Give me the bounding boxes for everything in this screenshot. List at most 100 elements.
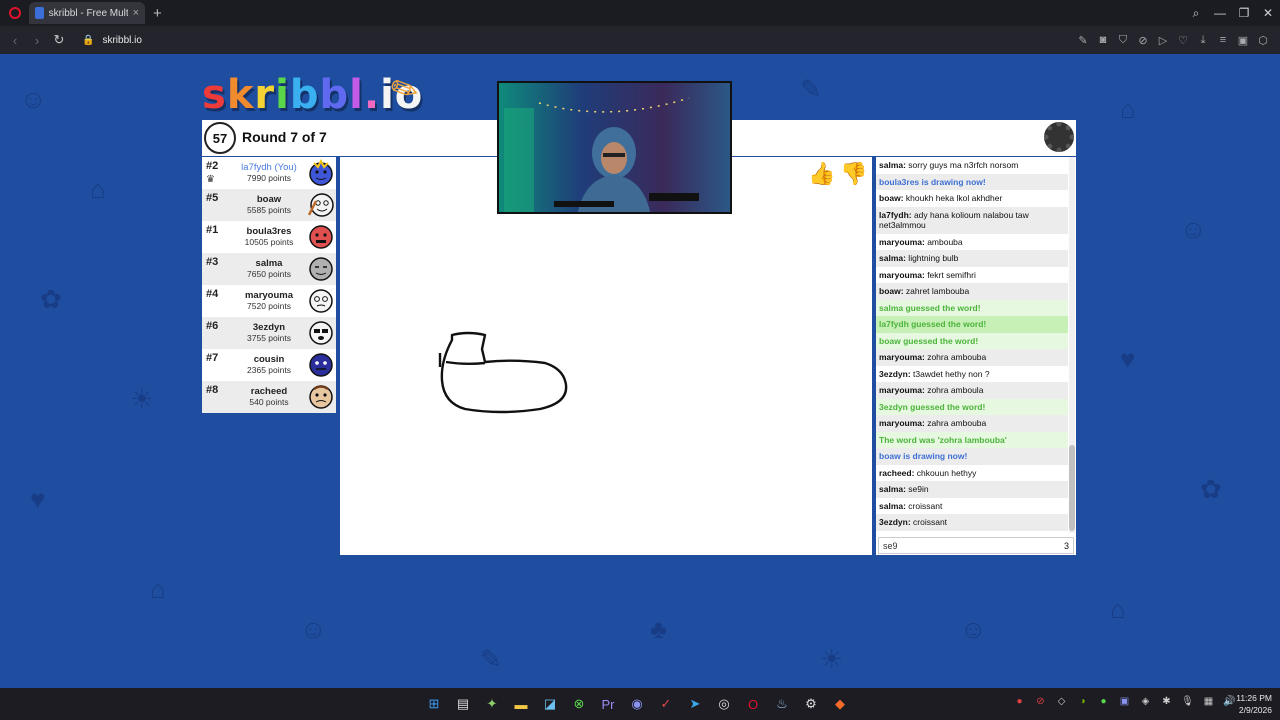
shield-icon[interactable]: ⛉ [1116, 34, 1130, 47]
url-field[interactable]: skribbl.io [102, 35, 141, 46]
chat-text: zohra ambouba [924, 352, 987, 362]
player-rank: #7 [206, 352, 219, 364]
close-window-button[interactable]: ✕ [1256, 6, 1280, 20]
thumbs-up-icon[interactable]: 👍 [808, 161, 835, 187]
skribbl-favicon-icon [35, 7, 44, 19]
chat-text: chkouun hethyy [914, 467, 977, 478]
opera-logo-icon[interactable] [9, 7, 21, 19]
camera-icon[interactable]: ◙ [1096, 34, 1110, 46]
settings-icon[interactable]: ⚙ [801, 694, 821, 714]
chat-panel: salma: sorry guys ma n3rfch norsom boula3… [876, 157, 1076, 555]
opera-icon[interactable]: O [743, 694, 763, 714]
player-name: boaw [256, 194, 282, 205]
player-row[interactable]: #3 salma 7650 points [202, 253, 336, 285]
download-icon[interactable]: ⤓ [1196, 34, 1210, 47]
char-count: 3 [1063, 540, 1069, 551]
app-tray-icon[interactable]: ◇ [1055, 696, 1068, 707]
reload-icon[interactable]: ↻ [48, 32, 70, 48]
player-row[interactable]: #6 3ezdyn 3755 points [202, 317, 336, 349]
app-tray-icon[interactable]: ● [1097, 696, 1110, 707]
app-icon[interactable]: ◪ [540, 694, 560, 714]
extension-icon[interactable]: ⬡ [1256, 34, 1270, 47]
profile-icon[interactable]: ▣ [1236, 34, 1250, 47]
app-tray-icon[interactable]: ◈ [1139, 696, 1152, 707]
snap-button[interactable]: ❐ [1232, 6, 1256, 20]
player-row[interactable]: #5 boaw 5585 points [202, 189, 336, 221]
app-icon[interactable]: ✓ [656, 694, 676, 714]
telegram-icon[interactable]: ➤ [685, 694, 705, 714]
player-row[interactable]: #2 ♛ la7fydh (You) 7990 points [202, 157, 336, 189]
player-row[interactable]: #1 boula3res 10505 points [202, 221, 336, 253]
tracker-icon[interactable]: ⊘ [1136, 34, 1150, 47]
chat-message: maryouma: zohra amboula [876, 382, 1068, 399]
file-explorer-icon[interactable]: ▬ [511, 694, 531, 714]
chat-scrollbar[interactable] [1069, 157, 1075, 533]
obs-icon[interactable]: ◎ [714, 694, 734, 714]
chat-text: croissant [905, 500, 943, 511]
premiere-icon[interactable]: Pr [598, 694, 618, 714]
back-icon[interactable]: ‹ [4, 33, 26, 48]
edit-icon[interactable]: ✎ [1076, 34, 1090, 47]
settings-tray-icon[interactable]: ✱ [1160, 696, 1173, 707]
chat-text: khoukh heka lkol akhdher [903, 193, 1003, 203]
heart-icon[interactable]: ♡ [1176, 34, 1190, 47]
xbox-icon[interactable]: ⊗ [569, 694, 589, 714]
background-doodle-icon: ⌂ [1120, 94, 1136, 124]
chat-text: ambouba [924, 236, 963, 247]
nvidia-icon[interactable]: ◑ [1076, 696, 1089, 707]
volume-icon[interactable]: 🔊 [1223, 696, 1236, 707]
brave-icon[interactable]: ◆ [830, 694, 850, 714]
background-doodle-icon: ✎ [800, 74, 822, 104]
chat-input-box[interactable]: 3 [878, 537, 1074, 554]
discord-icon[interactable]: ◉ [627, 694, 647, 714]
chat-username: maryouma: [879, 352, 925, 362]
app-tray-icon[interactable]: ▣ [1118, 696, 1131, 707]
player-row[interactable]: #8 racheed 540 points [202, 381, 336, 413]
chat-text: sorry guys ma n3rfch norsom [905, 160, 1019, 170]
player-points: 7650 points [247, 269, 291, 279]
background-doodle-icon: ☺ [1180, 214, 1207, 244]
avatar [309, 289, 333, 313]
menu-icon[interactable]: ≡ [1216, 34, 1230, 46]
chat-text: croissant [910, 517, 948, 527]
player-row[interactable]: #7 cousin 2365 points [202, 349, 336, 381]
minimize-button[interactable]: — [1208, 6, 1232, 20]
player-rank: #2 [206, 160, 219, 172]
steam-icon[interactable]: ♨ [772, 694, 792, 714]
player-rank: #3 [206, 256, 219, 268]
chat-text: fekrt semifhri [924, 269, 976, 280]
player-rank: #8 [206, 384, 219, 396]
forward-icon[interactable]: › [26, 33, 48, 48]
chat-message: boaw is drawing now! [876, 448, 1068, 465]
clock-date: 2/9/2026 [1238, 705, 1272, 715]
drawing-canvas[interactable]: 👍 👎 [340, 157, 872, 555]
chat-username: 3ezdyn: [879, 368, 911, 379]
player-row[interactable]: #4 maryouma 7520 points [202, 285, 336, 317]
chat-message: The word was 'zohra lambouba' [876, 431, 1068, 448]
settings-gear-icon[interactable] [1044, 122, 1074, 152]
system-clock[interactable]: 11:26 PM 2/9/2026 [1236, 692, 1272, 716]
epic-games-icon[interactable]: ▤ [453, 694, 473, 714]
app-icon[interactable]: ✦ [482, 694, 502, 714]
network-icon[interactable]: ▦ [1202, 696, 1215, 707]
guess-input[interactable] [883, 540, 1064, 551]
record-icon[interactable]: ● [1013, 696, 1026, 707]
background-doodle-icon: ♥ [30, 484, 46, 514]
chat-message: la7fydh: ady hana kolioum nalabou taw ne… [876, 206, 1068, 234]
player-drawing [438, 331, 568, 414]
new-tab-button[interactable]: + [153, 5, 162, 22]
chat-text: zohra amboula [924, 385, 984, 395]
windows-start-icon[interactable]: ⊞ [424, 694, 444, 714]
play-icon[interactable]: ▷ [1156, 34, 1170, 47]
player-name: la7fydh (You) [241, 162, 297, 173]
thumbs-down-icon[interactable]: 👎 [840, 161, 867, 187]
player-name: 3ezdyn [252, 322, 286, 333]
tab-close-icon[interactable]: × [133, 7, 139, 19]
search-icon[interactable]: ⌕ [1184, 6, 1208, 21]
chat-username: boaw: [879, 193, 904, 203]
chat-scroll-thumb[interactable] [1069, 445, 1075, 531]
lock-icon[interactable]: 🔒 [82, 35, 94, 46]
microphone-icon[interactable]: 🎙 [1181, 696, 1194, 707]
app-tray-icon[interactable]: ⊘ [1034, 696, 1047, 707]
browser-tab[interactable]: skribbl - Free Multiplayer × [29, 2, 145, 24]
